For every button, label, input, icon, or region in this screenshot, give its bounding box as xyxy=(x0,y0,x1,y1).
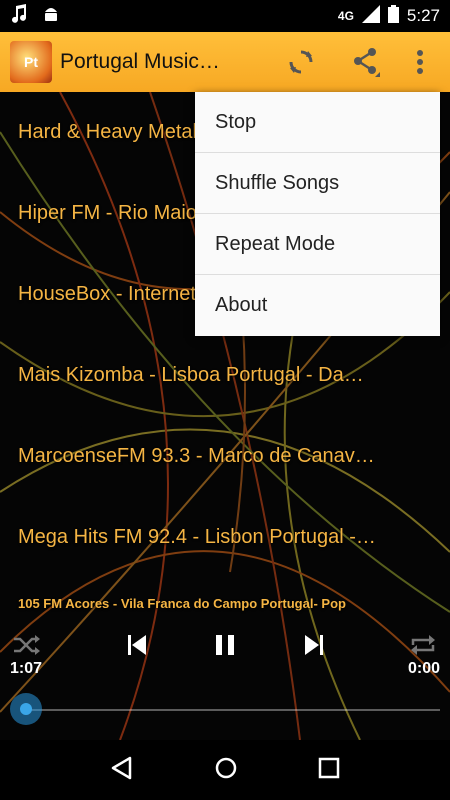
signal-icon xyxy=(361,4,380,28)
station-item[interactable]: Mais Kizomba - Lisboa Portugal - Da… xyxy=(0,335,450,416)
station-item[interactable]: MarcoenseFM 93.3 - Marco de Canav… xyxy=(0,416,450,497)
shuffle-icon[interactable] xyxy=(14,634,40,661)
player-controls xyxy=(0,626,450,676)
now-playing-label: 105 FM Acores - Vila Franca do Campo Por… xyxy=(18,596,346,611)
refresh-icon[interactable] xyxy=(286,47,316,77)
next-icon[interactable] xyxy=(303,634,323,661)
previous-icon[interactable] xyxy=(128,634,148,661)
pause-icon[interactable] xyxy=(214,634,236,661)
app-title: Portugal Music… xyxy=(60,50,220,73)
music-note-icon xyxy=(10,3,28,29)
overflow-menu-icon[interactable] xyxy=(416,48,424,76)
station-item[interactable]: Mega Hits FM 92.4 - Lisbon Portugal -… xyxy=(0,497,450,578)
action-bar: Pt Portugal Music… xyxy=(0,32,450,92)
app-logo-icon[interactable]: Pt xyxy=(10,41,52,83)
android-icon xyxy=(42,4,60,29)
share-icon[interactable] xyxy=(350,46,382,78)
home-icon[interactable] xyxy=(214,756,238,785)
back-icon[interactable] xyxy=(110,756,134,785)
menu-item-repeat-mode[interactable]: Repeat Mode xyxy=(195,214,440,275)
elapsed-time: 1:07 xyxy=(10,660,43,677)
menu-item-shuffle-songs[interactable]: Shuffle Songs xyxy=(195,153,440,214)
recents-icon[interactable] xyxy=(318,757,340,784)
navigation-bar xyxy=(0,740,450,800)
battery-icon xyxy=(387,4,399,28)
menu-item-stop[interactable]: Stop xyxy=(195,92,440,153)
status-bar: 4G 5:27 xyxy=(0,0,450,32)
network-type: 4G xyxy=(337,9,354,23)
total-time: 0:00 xyxy=(407,660,440,677)
seek-bar[interactable] xyxy=(26,709,440,711)
seek-thumb[interactable] xyxy=(10,693,42,725)
repeat-icon[interactable] xyxy=(410,634,436,661)
overflow-menu: Stop Shuffle Songs Repeat Mode About xyxy=(195,92,440,336)
menu-item-about[interactable]: About xyxy=(195,275,440,336)
clock: 5:27 xyxy=(406,6,440,25)
